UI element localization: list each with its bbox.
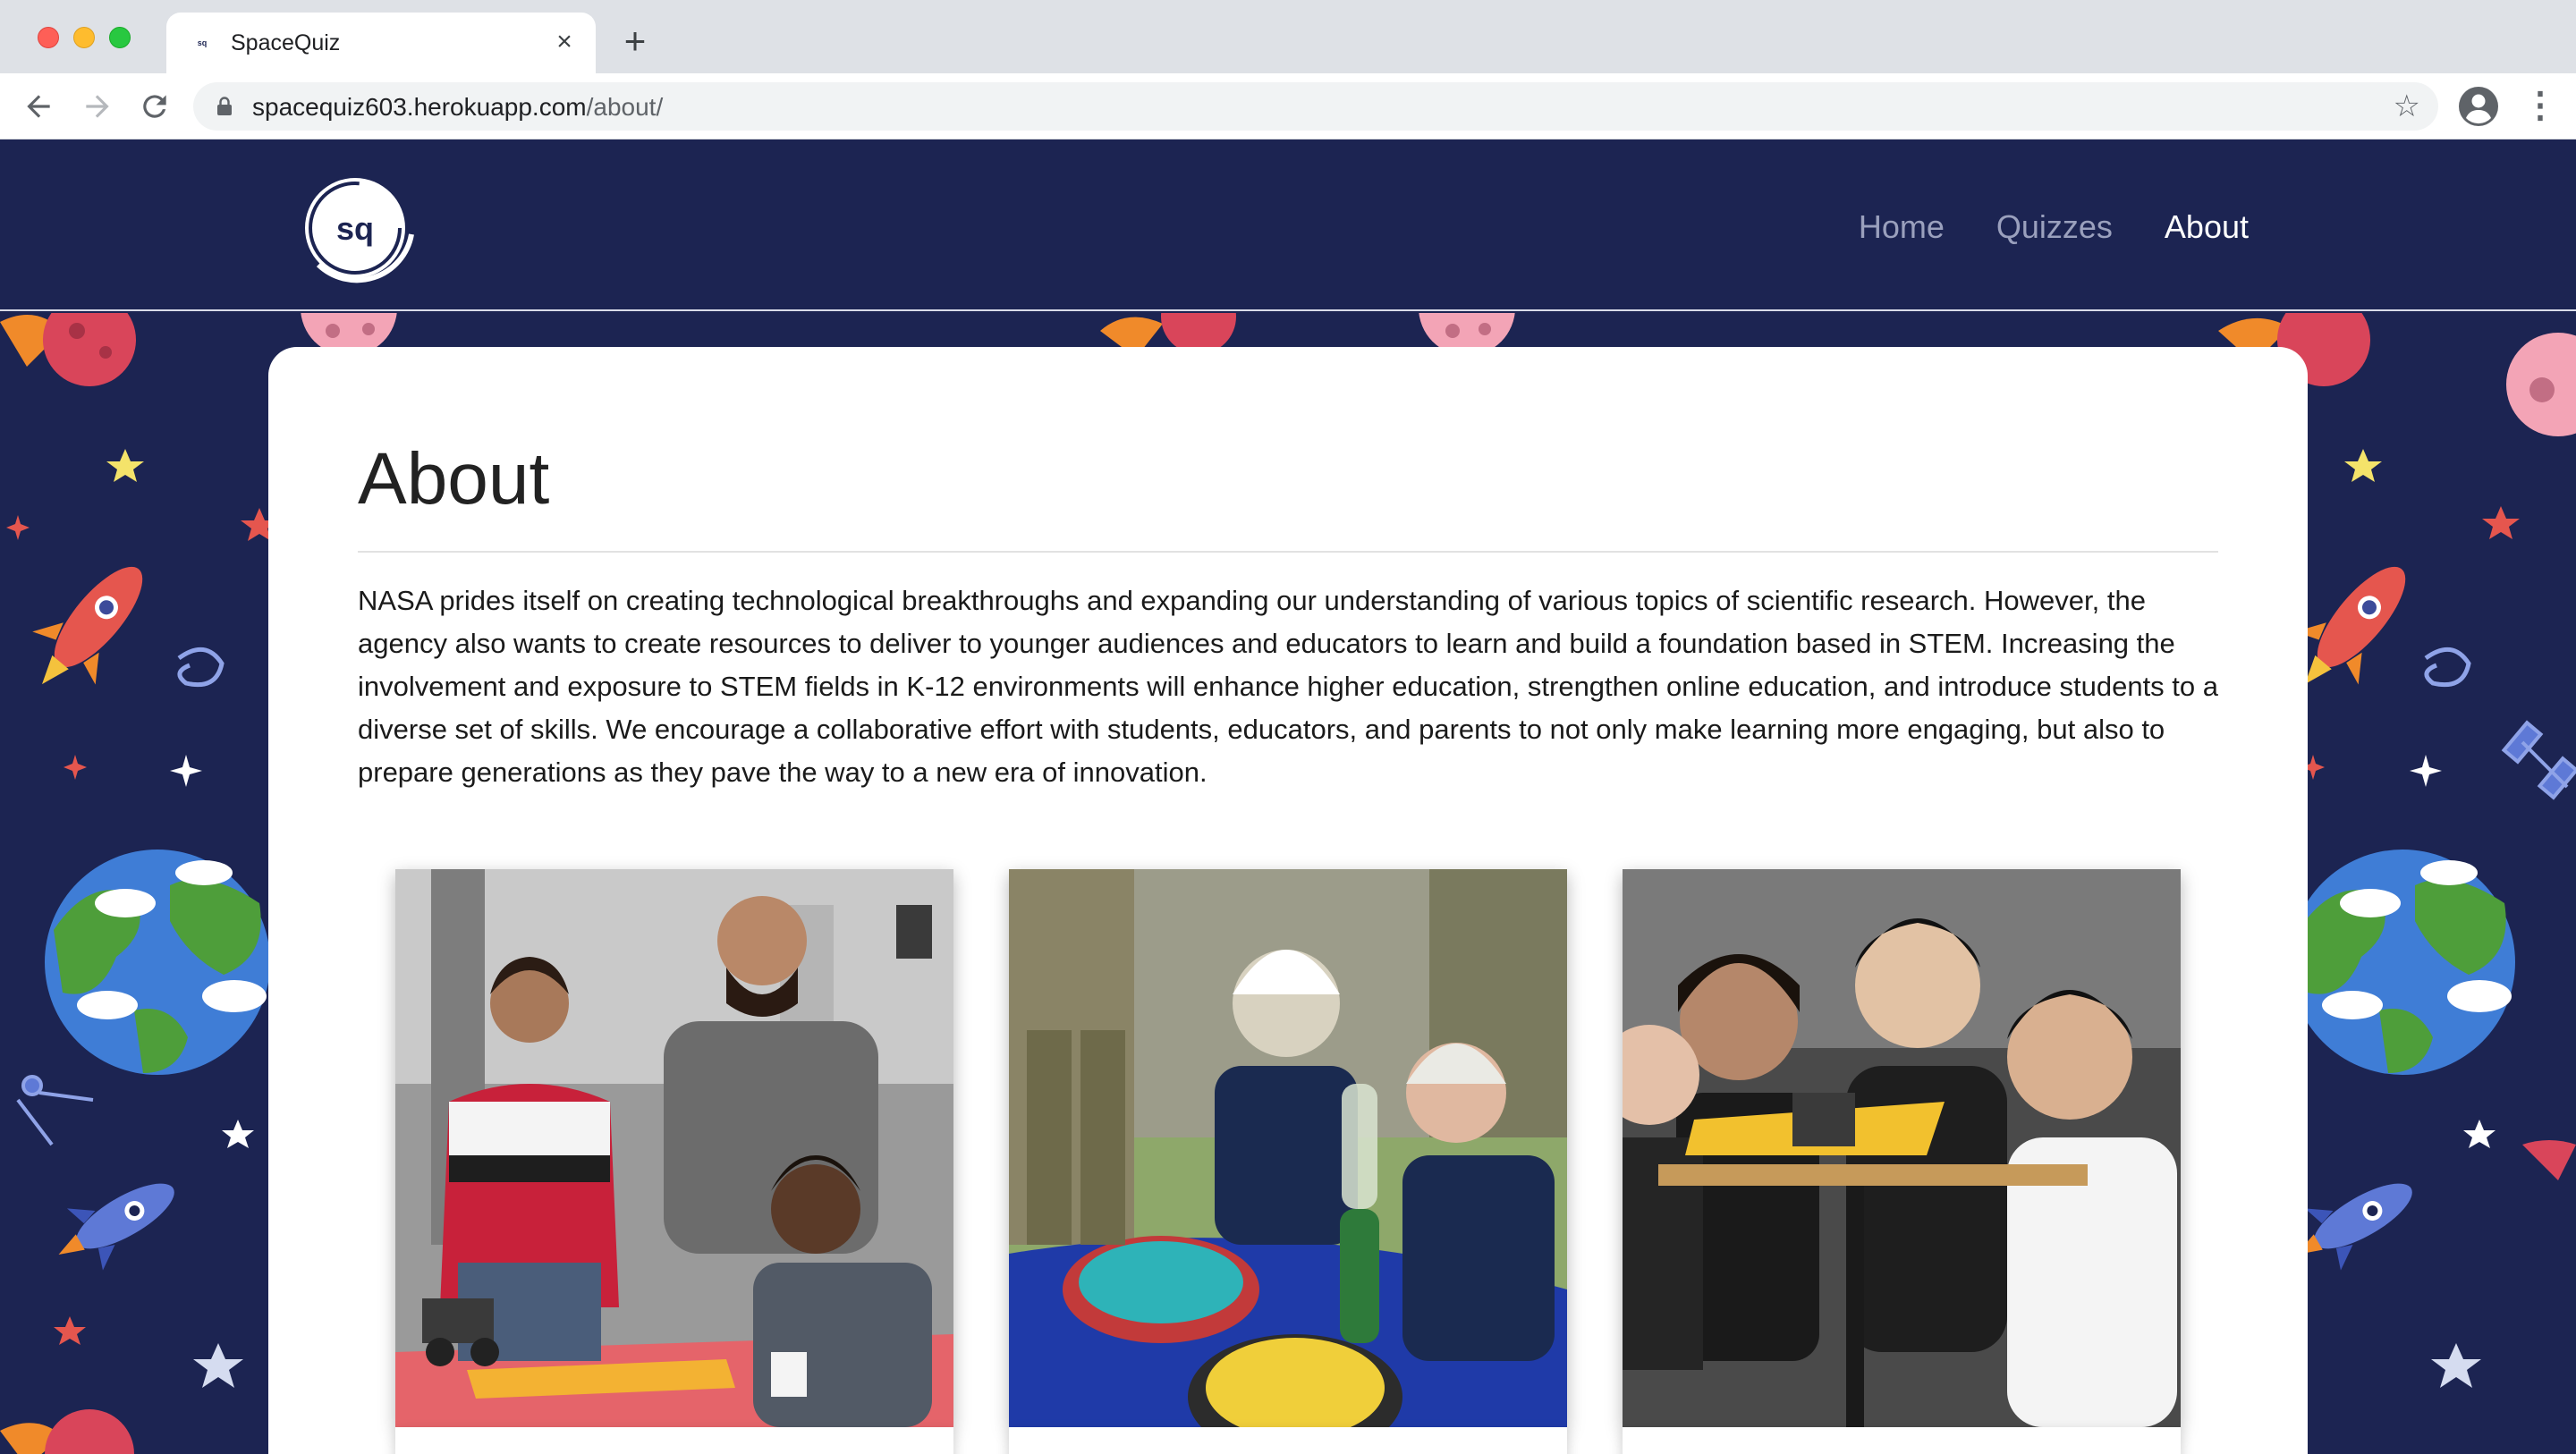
maximize-window-button[interactable] [109,27,131,48]
main-nav: Home Quizzes About [1859,207,2249,247]
back-arrow-icon[interactable] [21,89,55,123]
reload-icon[interactable] [138,89,172,123]
browser-menu-icon[interactable]: ⋮ [2522,88,2558,125]
bookmark-star-icon[interactable]: ☆ [2394,89,2420,123]
site-header: sq Home Quizzes About [0,139,2576,311]
satellite-icon [16,1075,94,1146]
photo-card-footer [1623,1427,2181,1454]
url-path: /about/ [586,93,664,121]
tab-favicon-icon: sq [197,38,208,47]
earth-icon [2290,850,2515,1075]
meteor-icon [0,313,136,386]
url-domain: spacequiz603.herokuapp.com [252,93,587,121]
address-bar[interactable]: spacequiz603.herokuapp.com/about/ ☆ [193,82,2438,131]
planet-pink-icon [2506,333,2576,436]
tab-title: SpaceQuiz [231,30,341,55]
nav-home-link[interactable]: Home [1859,207,1945,247]
lock-icon [217,97,232,115]
account-avatar-icon[interactable] [2458,86,2499,127]
earth-icon [45,850,270,1075]
tab-close-icon[interactable]: × [549,27,580,57]
browser-toolbar: spacequiz603.herokuapp.com/about/ ☆ ⋮ [0,73,2576,139]
url-text: spacequiz603.herokuapp.com/about/ [252,93,663,122]
new-tab-button[interactable]: + [617,22,653,60]
browser-tab-bar: sq SpaceQuiz × + [0,0,2576,73]
photo-students-model-plane [1623,869,2181,1427]
photo-card-footer [1009,1427,1567,1454]
logo-text: sq [336,210,374,247]
nav-quizzes-link[interactable]: Quizzes [1996,207,2113,247]
rocket-blue-icon [58,1183,174,1271]
photo-scouts-experiment [1009,869,1567,1427]
browser-tab-active[interactable]: sq SpaceQuiz × [166,13,596,73]
about-card: About NASA prides itself on creating tec… [268,347,2308,1454]
meteor-icon [2522,1140,2576,1180]
nav-about-link[interactable]: About [2165,207,2249,247]
title-divider [358,551,2218,553]
page-title: About [358,438,550,520]
spacequiz-logo[interactable]: sq [299,172,415,288]
satellite-icon [2501,720,2576,800]
photo-students-robotics [395,869,953,1427]
minimize-window-button[interactable] [73,27,95,48]
close-window-button[interactable] [38,27,59,48]
photo-card-footer [395,1427,953,1454]
about-paragraph: NASA prides itself on creating technolog… [358,585,2218,788]
rocket-icon [32,566,143,685]
forward-arrow-icon[interactable] [80,89,114,123]
meteor-icon [0,1409,134,1454]
